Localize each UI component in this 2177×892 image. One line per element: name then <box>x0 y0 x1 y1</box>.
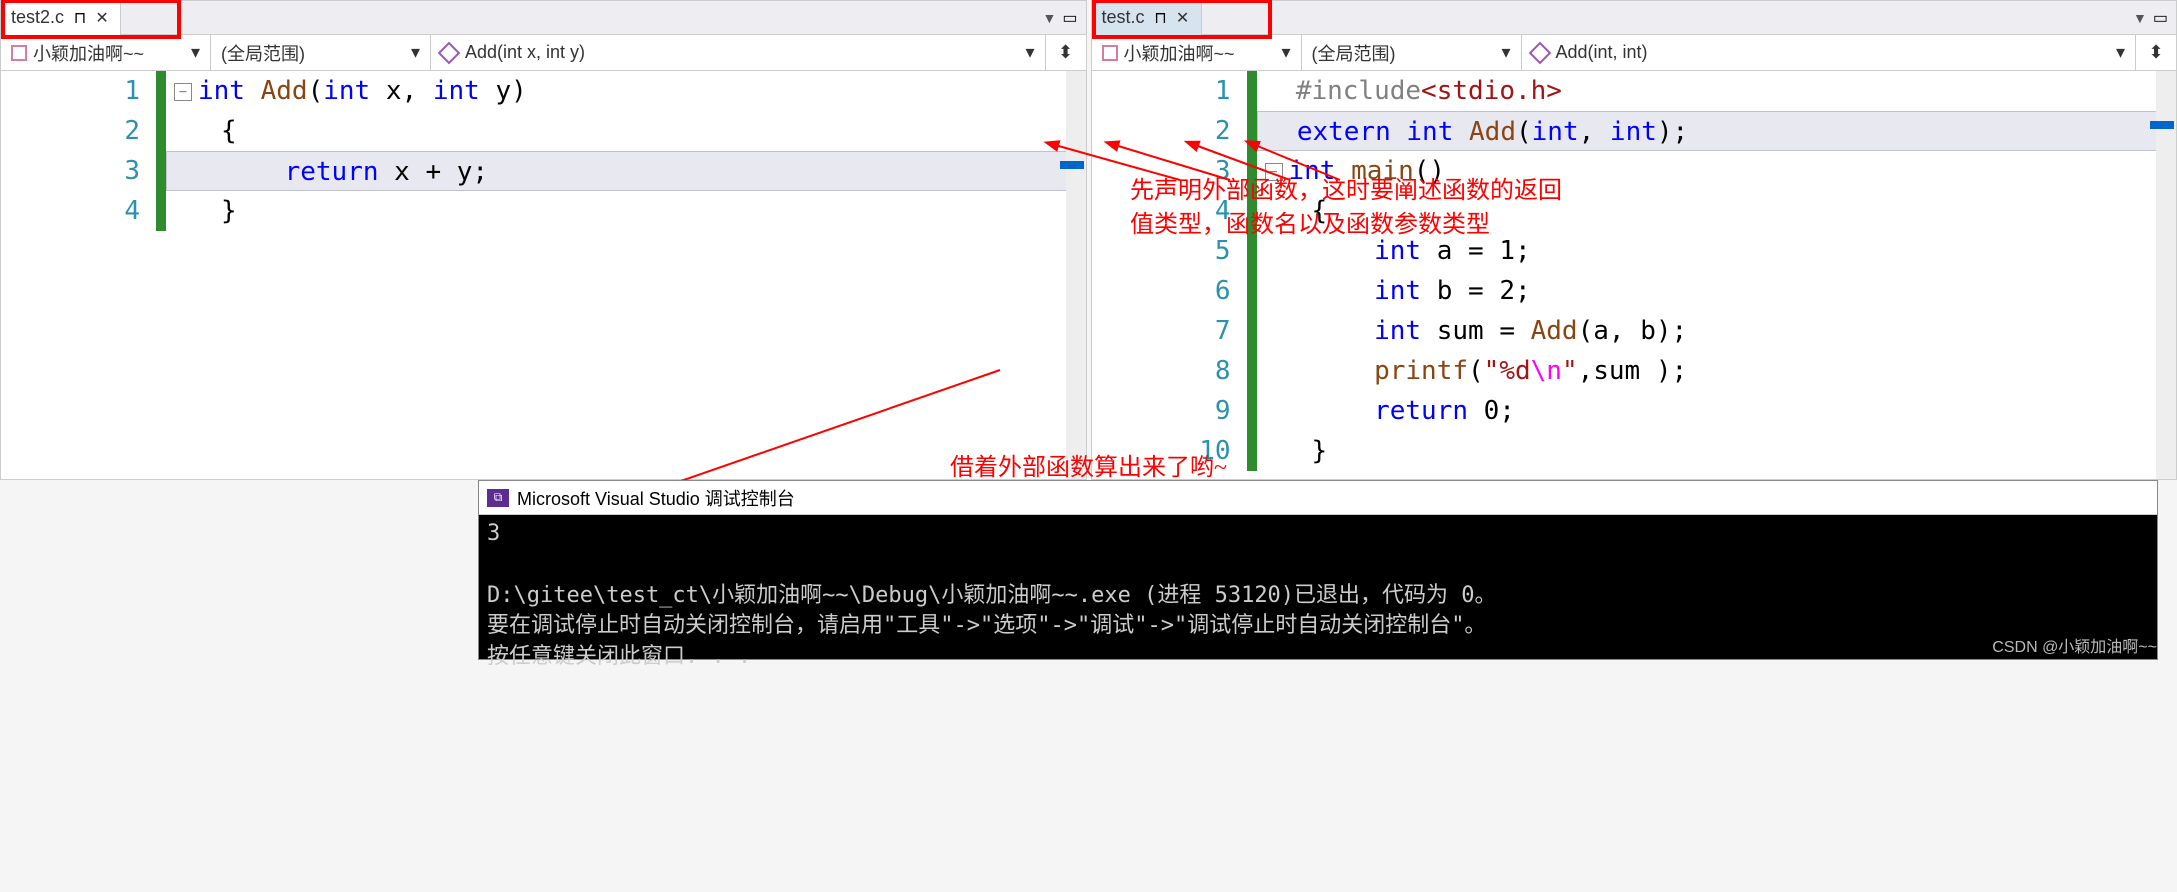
highlight-box-left <box>1 0 181 39</box>
tab-controls: ▼ ▭ <box>1043 8 1086 28</box>
change-bar <box>1247 71 1257 479</box>
code-line[interactable]: int a = 1; <box>1257 231 2177 271</box>
code-line[interactable]: return x + y; <box>166 151 1086 191</box>
tab-bar-left: test2.c ⊓ ✕ ▼ ▭ <box>1 1 1086 35</box>
nav-bar-left: 小颖加油啊~~ ▾ (全局范围) ▾ Add(int x, int y) ▾ ⬍ <box>1 35 1086 71</box>
vs-icon: ⧉ <box>487 489 509 507</box>
project-icon <box>1102 45 1118 61</box>
console-titlebar[interactable]: ⧉ Microsoft Visual Studio 调试控制台 <box>479 481 2157 515</box>
code-line[interactable]: #include<stdio.h> <box>1257 71 2177 111</box>
nav-scope[interactable]: (全局范围) ▾ <box>211 35 431 70</box>
console-title-text: Microsoft Visual Studio 调试控制台 <box>517 485 795 511</box>
nav-function[interactable]: Add(int x, int y) ▾ <box>431 35 1046 70</box>
nav-project[interactable]: 小颖加油啊~~ ▾ <box>1 35 211 70</box>
cube-icon <box>438 41 461 64</box>
chevron-down-icon: ▾ <box>2116 42 2125 63</box>
code-line[interactable]: int sum = Add(a, b); <box>1257 311 2177 351</box>
highlight-box-right <box>1092 0 1272 39</box>
scroll-marker <box>1060 161 1084 169</box>
cube-icon <box>1528 41 1551 64</box>
tab-controls: ▼ ▭ <box>2133 8 2176 28</box>
gutter-right: 1 2 3 4 5 6 7 8 9 10 <box>1092 71 1247 479</box>
chevron-down-icon: ▾ <box>1281 42 1290 63</box>
tab-bar-right: test.c ⊓ ✕ ▼ ▭ <box>1092 1 2177 35</box>
split-button[interactable]: ⬍ <box>2136 35 2176 70</box>
gutter-left: 1 2 3 4 <box>1 71 156 479</box>
fold-icon[interactable]: − <box>174 83 192 101</box>
code-line[interactable]: int b = 2; <box>1257 271 2177 311</box>
chevron-down-icon: ▾ <box>411 42 420 63</box>
fold-icon[interactable]: − <box>1265 163 1283 181</box>
code-line[interactable]: printf("%d\n",sum ); <box>1257 351 2177 391</box>
watermark: CSDN @小颖加油啊~~ <box>1992 633 2157 657</box>
ide-container: test2.c ⊓ ✕ ▼ ▭ 小颖加油啊~~ ▾ (全局范围) ▾ Add(i… <box>0 0 2177 480</box>
window-icon[interactable]: ▭ <box>1062 8 1077 28</box>
code-line[interactable]: return 0; <box>1257 391 2177 431</box>
code-line[interactable]: { <box>1257 191 2177 231</box>
chevron-down-icon: ▾ <box>1025 42 1034 63</box>
editor-right[interactable]: 1 2 3 4 5 6 7 8 9 10 #include<stdio.h> e… <box>1092 71 2177 479</box>
code-line[interactable]: extern int Add(int, int); <box>1257 111 2177 151</box>
console-output[interactable]: 3 D:\gitee\test_ct\小颖加油啊~~\Debug\小颖加油啊~~… <box>479 515 2157 659</box>
code-line[interactable]: } <box>1257 431 2177 471</box>
code-right[interactable]: #include<stdio.h> extern int Add(int, in… <box>1257 71 2177 479</box>
debug-console: ⧉ Microsoft Visual Studio 调试控制台 3 D:\git… <box>478 480 2158 660</box>
nav-project[interactable]: 小颖加油啊~~ ▾ <box>1092 35 1302 70</box>
dropdown-icon[interactable]: ▼ <box>2133 10 2147 26</box>
window-icon[interactable]: ▭ <box>2153 8 2168 28</box>
nav-function[interactable]: Add(int, int) ▾ <box>1522 35 2137 70</box>
scrollbar[interactable] <box>2156 71 2176 479</box>
code-line[interactable]: { <box>166 111 1086 151</box>
right-pane: test.c ⊓ ✕ ▼ ▭ 小颖加油啊~~ ▾ (全局范围) ▾ Add(in… <box>1091 0 2177 480</box>
nav-scope[interactable]: (全局范围) ▾ <box>1302 35 1522 70</box>
left-pane: test2.c ⊓ ✕ ▼ ▭ 小颖加油啊~~ ▾ (全局范围) ▾ Add(i… <box>0 0 1087 480</box>
change-bar <box>156 71 166 479</box>
split-button[interactable]: ⬍ <box>1046 35 1086 70</box>
chevron-down-icon: ▾ <box>191 42 200 63</box>
scrollbar[interactable] <box>1066 71 1086 479</box>
project-icon <box>11 45 27 61</box>
editor-left[interactable]: 1 2 3 4 −int Add(int x, int y) { return … <box>1 71 1086 479</box>
code-line[interactable]: −int main() <box>1257 151 2177 191</box>
chevron-down-icon: ▾ <box>1501 42 1510 63</box>
dropdown-icon[interactable]: ▼ <box>1043 10 1057 26</box>
code-line[interactable]: −int Add(int x, int y) <box>166 71 1086 111</box>
nav-bar-right: 小颖加油啊~~ ▾ (全局范围) ▾ Add(int, int) ▾ ⬍ <box>1092 35 2177 71</box>
code-line[interactable]: } <box>166 191 1086 231</box>
code-left[interactable]: −int Add(int x, int y) { return x + y; } <box>166 71 1086 479</box>
scroll-marker <box>2150 121 2174 129</box>
